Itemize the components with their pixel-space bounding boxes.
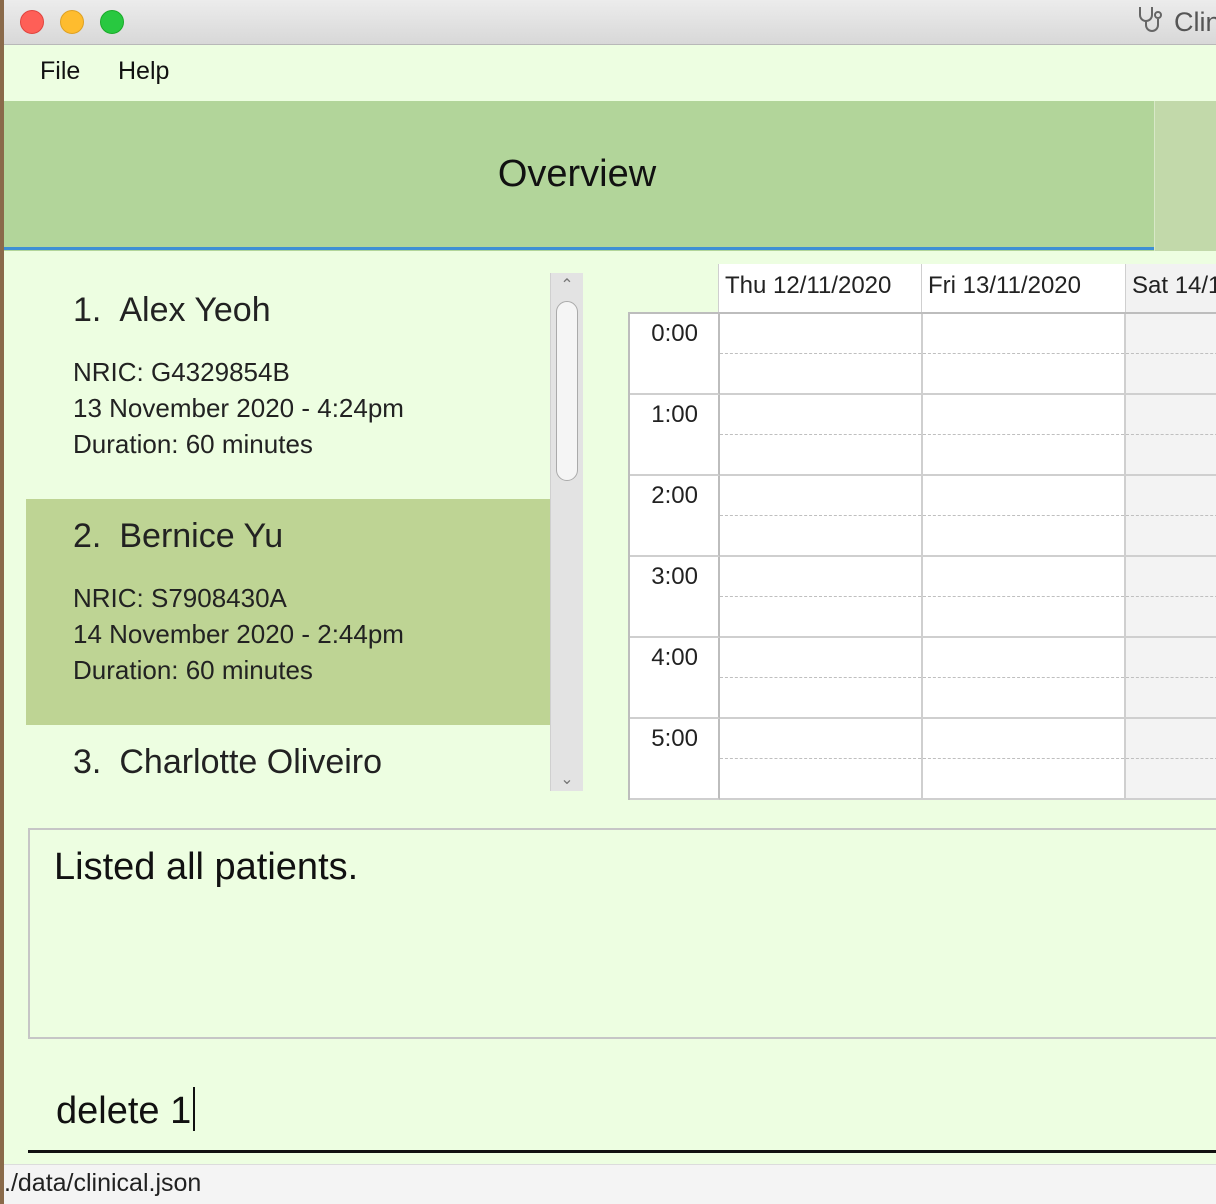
patient-card-selected[interactable]: 2. Bernice Yu NRIC: S7908430A 14 November… — [26, 499, 552, 725]
calendar-time-label: 5:00 — [630, 719, 720, 800]
calendar-row: 5:00 — [630, 719, 1216, 800]
calendar-row: 0:00 — [630, 314, 1216, 395]
calendar-slot[interactable] — [1126, 638, 1216, 719]
calendar-time-label: 0:00 — [630, 314, 720, 395]
patient-card[interactable]: 1. Alex Yeoh NRIC: G4329854B 13 November … — [26, 273, 552, 499]
command-input-text: delete 1 — [56, 1090, 192, 1132]
calendar-grid: 0:00 1:00 2:00 3:00 4:00 5:00 — [628, 312, 1216, 800]
patient-name-text: Charlotte Oliveiro — [119, 743, 383, 781]
menu-file[interactable]: File — [40, 57, 80, 86]
calendar-time-label: 1:00 — [630, 395, 720, 476]
patient-appointment: 13 November 2020 - 4:24pm — [73, 393, 404, 423]
title-bar: Clinical — [4, 0, 1216, 45]
scroll-thumb[interactable] — [556, 301, 578, 481]
calendar-slot[interactable] — [923, 557, 1126, 638]
command-box[interactable]: delete 1 — [28, 1075, 1216, 1153]
menu-help[interactable]: Help — [118, 57, 169, 86]
patient-name-text: Bernice Yu — [119, 517, 284, 555]
calendar-slot[interactable] — [1126, 314, 1216, 395]
calendar-slot[interactable] — [923, 314, 1126, 395]
calendar-slot[interactable] — [923, 638, 1126, 719]
tab-next[interactable] — [1154, 101, 1216, 251]
calendar-slot[interactable] — [923, 395, 1126, 476]
result-text: Listed all patients. — [54, 846, 359, 888]
patient-nric: NRIC: G4329854B — [73, 357, 290, 387]
calendar-day-header: Fri 13/11/2020 — [921, 264, 1125, 312]
patient-index: 2. — [73, 517, 102, 555]
status-bar: ./data/clinical.json — [4, 1164, 1216, 1204]
patient-appointment: 14 November 2020 - 2:44pm — [73, 619, 404, 649]
tab-bar: Overview — [4, 101, 1216, 251]
calendar-slot[interactable] — [720, 395, 923, 476]
patient-name-text: Alex Yeoh — [119, 291, 271, 329]
calendar-slot[interactable] — [720, 557, 923, 638]
tab-overview[interactable]: Overview — [4, 101, 1154, 250]
calendar-slot[interactable] — [1126, 719, 1216, 800]
calendar-row: 4:00 — [630, 638, 1216, 719]
calendar-slot[interactable] — [720, 314, 923, 395]
close-window-button[interactable] — [20, 10, 44, 34]
patient-list-scrollbar[interactable]: ⌃ ⌄ — [550, 273, 583, 791]
patient-nric: NRIC: S7908430A — [73, 583, 287, 613]
calendar-row: 1:00 — [630, 395, 1216, 476]
calendar-time-label: 3:00 — [630, 557, 720, 638]
calendar-slot[interactable] — [720, 719, 923, 800]
stethoscope-icon — [1134, 3, 1166, 42]
calendar-row: 2:00 — [630, 476, 1216, 557]
status-file-path: ./data/clinical.json — [4, 1169, 202, 1197]
patient-card[interactable]: 3. Charlotte Oliveiro — [26, 725, 552, 791]
app-window: Clinical File Help Overview 1. Alex Yeoh … — [4, 0, 1216, 1204]
patient-list[interactable]: 1. Alex Yeoh NRIC: G4329854B 13 November … — [26, 273, 552, 791]
patient-name: 1. Alex Yeoh — [73, 291, 271, 330]
calendar-time-label: 2:00 — [630, 476, 720, 557]
calendar-time-label: 4:00 — [630, 638, 720, 719]
patient-index: 3. — [73, 743, 102, 781]
menu-bar: File Help — [4, 45, 1216, 101]
calendar-row: 3:00 — [630, 557, 1216, 638]
calendar-slot[interactable] — [1126, 476, 1216, 557]
text-caret — [193, 1087, 196, 1131]
patient-name: 3. Charlotte Oliveiro — [73, 743, 382, 782]
calendar-slot[interactable] — [720, 638, 923, 719]
calendar-day-header: Sat 14/11/2020 — [1125, 264, 1216, 312]
calendar-slot[interactable] — [720, 476, 923, 557]
window-title: Clinical — [1134, 6, 1216, 38]
result-display[interactable]: Listed all patients. — [28, 828, 1216, 1039]
calendar-slot[interactable] — [1126, 395, 1216, 476]
scroll-down-icon[interactable]: ⌄ — [551, 767, 583, 791]
zoom-window-button[interactable] — [100, 10, 124, 34]
scroll-up-icon[interactable]: ⌃ — [551, 273, 583, 297]
patient-duration: Duration: 60 minutes — [73, 429, 313, 459]
patient-name: 2. Bernice Yu — [73, 517, 283, 556]
calendar-day-header: Thu 12/11/2020 — [718, 264, 921, 312]
command-input[interactable]: delete 1 — [56, 1087, 196, 1133]
calendar-slot[interactable] — [923, 476, 1126, 557]
patient-index: 1. — [73, 291, 102, 329]
patient-duration: Duration: 60 minutes — [73, 655, 313, 685]
calendar-view[interactable]: Thu 12/11/2020 Fri 13/11/2020 Sat 14/11/… — [628, 264, 1216, 800]
window-title-text: Clinical — [1174, 6, 1216, 37]
calendar-slot[interactable] — [1126, 557, 1216, 638]
tab-overview-label: Overview — [497, 152, 657, 195]
minimize-window-button[interactable] — [60, 10, 84, 34]
calendar-slot[interactable] — [923, 719, 1126, 800]
